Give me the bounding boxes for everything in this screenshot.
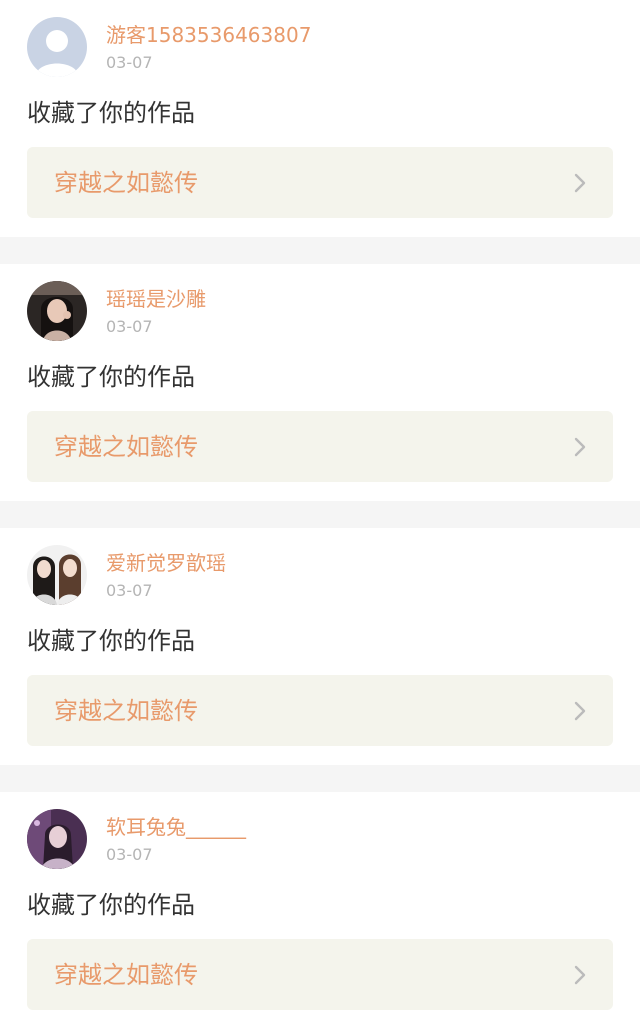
work-link-card[interactable]: 穿越之如懿传 (27, 147, 613, 218)
timestamp: 03-07 (106, 581, 153, 600)
divider (0, 501, 640, 528)
notification-card: 游客1583536463807 03-07 收藏了你的作品 穿越之如懿传 (0, 0, 640, 237)
work-title: 穿越之如懿传 (54, 697, 198, 725)
timestamp: 03-07 (106, 845, 153, 864)
user-photo (27, 809, 87, 869)
avatar[interactable] (27, 281, 87, 341)
username[interactable]: 爱新觉罗歆瑶 (106, 550, 226, 576)
divider (0, 237, 640, 264)
username[interactable]: 软耳兔兔______ (106, 814, 246, 840)
work-title: 穿越之如懿传 (54, 169, 198, 197)
work-link-card[interactable]: 穿越之如懿传 (27, 675, 613, 746)
notification-card: 爱新觉罗歆瑶 03-07 收藏了你的作品 穿越之如懿传 (0, 528, 640, 765)
username[interactable]: 游客1583536463807 (106, 22, 311, 48)
action-text: 收藏了你的作品 (27, 627, 195, 655)
divider (0, 765, 640, 792)
work-title: 穿越之如懿传 (54, 961, 198, 989)
work-link-card[interactable]: 穿越之如懿传 (27, 939, 613, 1010)
notification-card: 瑶瑶是沙雕 03-07 收藏了你的作品 穿越之如懿传 (0, 264, 640, 501)
username[interactable]: 瑶瑶是沙雕 (106, 286, 206, 312)
avatar[interactable] (27, 545, 87, 605)
notification-feed: 游客1583536463807 03-07 收藏了你的作品 穿越之如懿传 瑶瑶是… (0, 0, 640, 1024)
default-avatar-icon (27, 17, 87, 77)
work-title: 穿越之如懿传 (54, 433, 198, 461)
user-photo (27, 281, 87, 341)
action-text: 收藏了你的作品 (27, 363, 195, 391)
avatar[interactable] (27, 17, 87, 77)
work-link-card[interactable]: 穿越之如懿传 (27, 411, 613, 482)
chevron-right-icon (573, 965, 587, 985)
notification-card: 软耳兔兔______ 03-07 收藏了你的作品 穿越之如懿传 (0, 792, 640, 1024)
timestamp: 03-07 (106, 53, 153, 72)
chevron-right-icon (573, 701, 587, 721)
chevron-right-icon (573, 173, 587, 193)
action-text: 收藏了你的作品 (27, 99, 195, 127)
avatar[interactable] (27, 809, 87, 869)
chevron-right-icon (573, 437, 587, 457)
user-photo (27, 545, 87, 605)
action-text: 收藏了你的作品 (27, 891, 195, 919)
timestamp: 03-07 (106, 317, 153, 336)
